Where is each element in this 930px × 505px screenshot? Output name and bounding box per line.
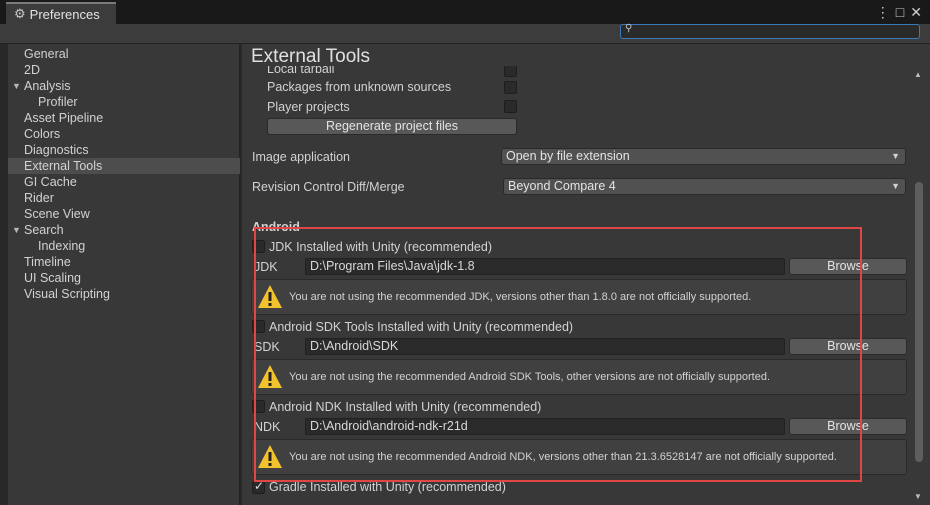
ndk-warning-text: You are not using the recommended Androi…	[289, 451, 837, 463]
sidebar-item-diagnostics[interactable]: Diagnostics	[8, 142, 240, 158]
window-controls: ⋮ □ ✕	[876, 2, 922, 22]
player-projects-label: Player projects	[267, 100, 350, 114]
sidebar-item-2d[interactable]: 2D	[8, 62, 240, 78]
sidebar-item-indexing[interactable]: Indexing	[8, 238, 240, 254]
sidebar-item-label: Scene View	[24, 207, 90, 221]
revision-control-dropdown[interactable]: Beyond Compare 4 ▼	[503, 178, 906, 195]
more-options-icon[interactable]: ⋮	[876, 2, 890, 22]
jdk-installed-label: JDK Installed with Unity (recommended)	[269, 240, 492, 254]
android-section-header: Android	[252, 220, 300, 234]
sidebar-item-label: General	[24, 47, 69, 61]
jdk-browse-button[interactable]: Browse	[789, 258, 907, 275]
sidebar-item-analysis[interactable]: ▼ Analysis	[8, 78, 240, 94]
image-application-dropdown[interactable]: Open by file extension ▼	[501, 148, 906, 165]
sdk-installed-checkbox[interactable]	[252, 320, 265, 333]
warning-icon	[258, 445, 282, 468]
title-bar: ⚙ Preferences ⋮ □ ✕	[0, 0, 930, 24]
sidebar-item-general[interactable]: General	[8, 46, 240, 62]
image-application-value: Open by file extension	[506, 149, 630, 163]
player-projects-checkbox[interactable]	[504, 100, 517, 113]
warning-icon	[258, 365, 282, 388]
sidebar-item-label: Colors	[24, 127, 61, 141]
packages-unknown-checkbox[interactable]	[504, 81, 517, 94]
chevron-down-icon: ▼	[891, 151, 900, 161]
ndk-path-field[interactable]: D:\Android\android-ndk-r21d	[305, 418, 785, 435]
close-icon[interactable]: ✕	[910, 2, 922, 22]
sidebar: General 2D ▼ Analysis Profiler Asset Pipe…	[8, 44, 240, 505]
sidebar-item-label: Profiler	[38, 95, 78, 109]
image-application-label: Image application	[252, 150, 350, 164]
sdk-browse-button[interactable]: Browse	[789, 338, 907, 355]
gradle-installed-checkbox[interactable]	[252, 479, 265, 494]
sidebar-item-scene-view[interactable]: Scene View	[8, 206, 240, 222]
warning-icon	[258, 285, 282, 308]
sidebar-item-label: Analysis	[24, 79, 71, 93]
sidebar-item-label: GI Cache	[24, 175, 77, 189]
sidebar-item-label: Asset Pipeline	[24, 111, 104, 125]
sidebar-item-label: Indexing	[38, 239, 86, 253]
scroll-up-arrow-icon[interactable]: ▲	[914, 70, 922, 79]
tab-title: Preferences	[29, 6, 100, 22]
expand-arrow-icon[interactable]: ▼	[12, 222, 21, 238]
sidebar-item-gi-cache[interactable]: GI Cache	[8, 174, 240, 190]
sidebar-item-label: UI Scaling	[24, 271, 81, 285]
sidebar-item-label: Timeline	[24, 255, 71, 269]
sidebar-item-rider[interactable]: Rider	[8, 190, 240, 206]
sdk-path-field[interactable]: D:\Android\SDK	[305, 338, 785, 355]
ndk-installed-label: Android NDK Installed with Unity (recomm…	[269, 400, 542, 414]
revision-control-label: Revision Control Diff/Merge	[252, 180, 405, 194]
jdk-installed-checkbox[interactable]	[252, 240, 265, 253]
page-title: External Tools	[251, 46, 370, 67]
sidebar-item-external-tools[interactable]: External Tools	[8, 158, 240, 174]
expand-arrow-icon[interactable]: ▼	[12, 78, 21, 94]
ndk-browse-button[interactable]: Browse	[789, 418, 907, 435]
chevron-down-icon: ▼	[891, 181, 900, 191]
sidebar-item-label: External Tools	[24, 159, 103, 173]
sidebar-item-label: Diagnostics	[24, 143, 89, 157]
search-icon: ⚲	[625, 23, 633, 34]
jdk-field-label: JDK	[254, 260, 278, 274]
jdk-warning-text: You are not using the recommended JDK, v…	[289, 291, 752, 303]
sdk-field-label: SDK	[254, 340, 280, 354]
ndk-field-label: NDK	[254, 420, 281, 434]
sidebar-item-colors[interactable]: Colors	[8, 126, 240, 142]
sidebar-item-timeline[interactable]: Timeline	[8, 254, 240, 270]
jdk-path-field[interactable]: D:\Program Files\Java\jdk-1.8	[305, 258, 785, 275]
maximize-icon[interactable]: □	[896, 2, 904, 22]
scroll-thumb[interactable]	[915, 182, 923, 462]
sdk-installed-label: Android SDK Tools Installed with Unity (…	[269, 320, 574, 334]
sidebar-item-search[interactable]: ▼ Search	[8, 222, 240, 238]
regenerate-project-files-button[interactable]: Regenerate project files	[267, 118, 517, 135]
ndk-warning-box: You are not using the recommended Androi…	[251, 439, 907, 475]
main-panel: External Tools Local tarball Packages fr…	[242, 44, 930, 505]
gear-icon: ⚙	[14, 6, 26, 21]
ndk-installed-checkbox[interactable]	[252, 400, 265, 413]
sidebar-item-label: Search	[24, 223, 64, 237]
sidebar-item-ui-scaling[interactable]: UI Scaling	[8, 270, 240, 286]
vertical-scrollbar[interactable]: ▲ ▼	[914, 70, 924, 501]
sidebar-item-label: Rider	[24, 191, 54, 205]
sidebar-item-label: Visual Scripting	[24, 287, 110, 301]
gradle-installed-label: Gradle Installed with Unity (recommended…	[269, 480, 506, 494]
packages-unknown-label: Packages from unknown sources	[267, 80, 452, 94]
sidebar-item-label: 2D	[24, 63, 40, 77]
sidebar-item-visual-scripting[interactable]: Visual Scripting	[8, 286, 240, 302]
tab-preferences[interactable]: ⚙ Preferences	[6, 2, 116, 24]
jdk-warning-box: You are not using the recommended JDK, v…	[251, 279, 907, 315]
search-input[interactable]: ⚲	[620, 23, 920, 39]
sidebar-item-profiler[interactable]: Profiler	[8, 94, 240, 110]
sidebar-item-asset-pipeline[interactable]: Asset Pipeline	[8, 110, 240, 126]
revision-control-value: Beyond Compare 4	[508, 179, 616, 193]
sdk-warning-box: You are not using the recommended Androi…	[251, 359, 907, 395]
sdk-warning-text: You are not using the recommended Androi…	[289, 371, 771, 383]
scroll-down-arrow-icon[interactable]: ▼	[914, 492, 922, 501]
